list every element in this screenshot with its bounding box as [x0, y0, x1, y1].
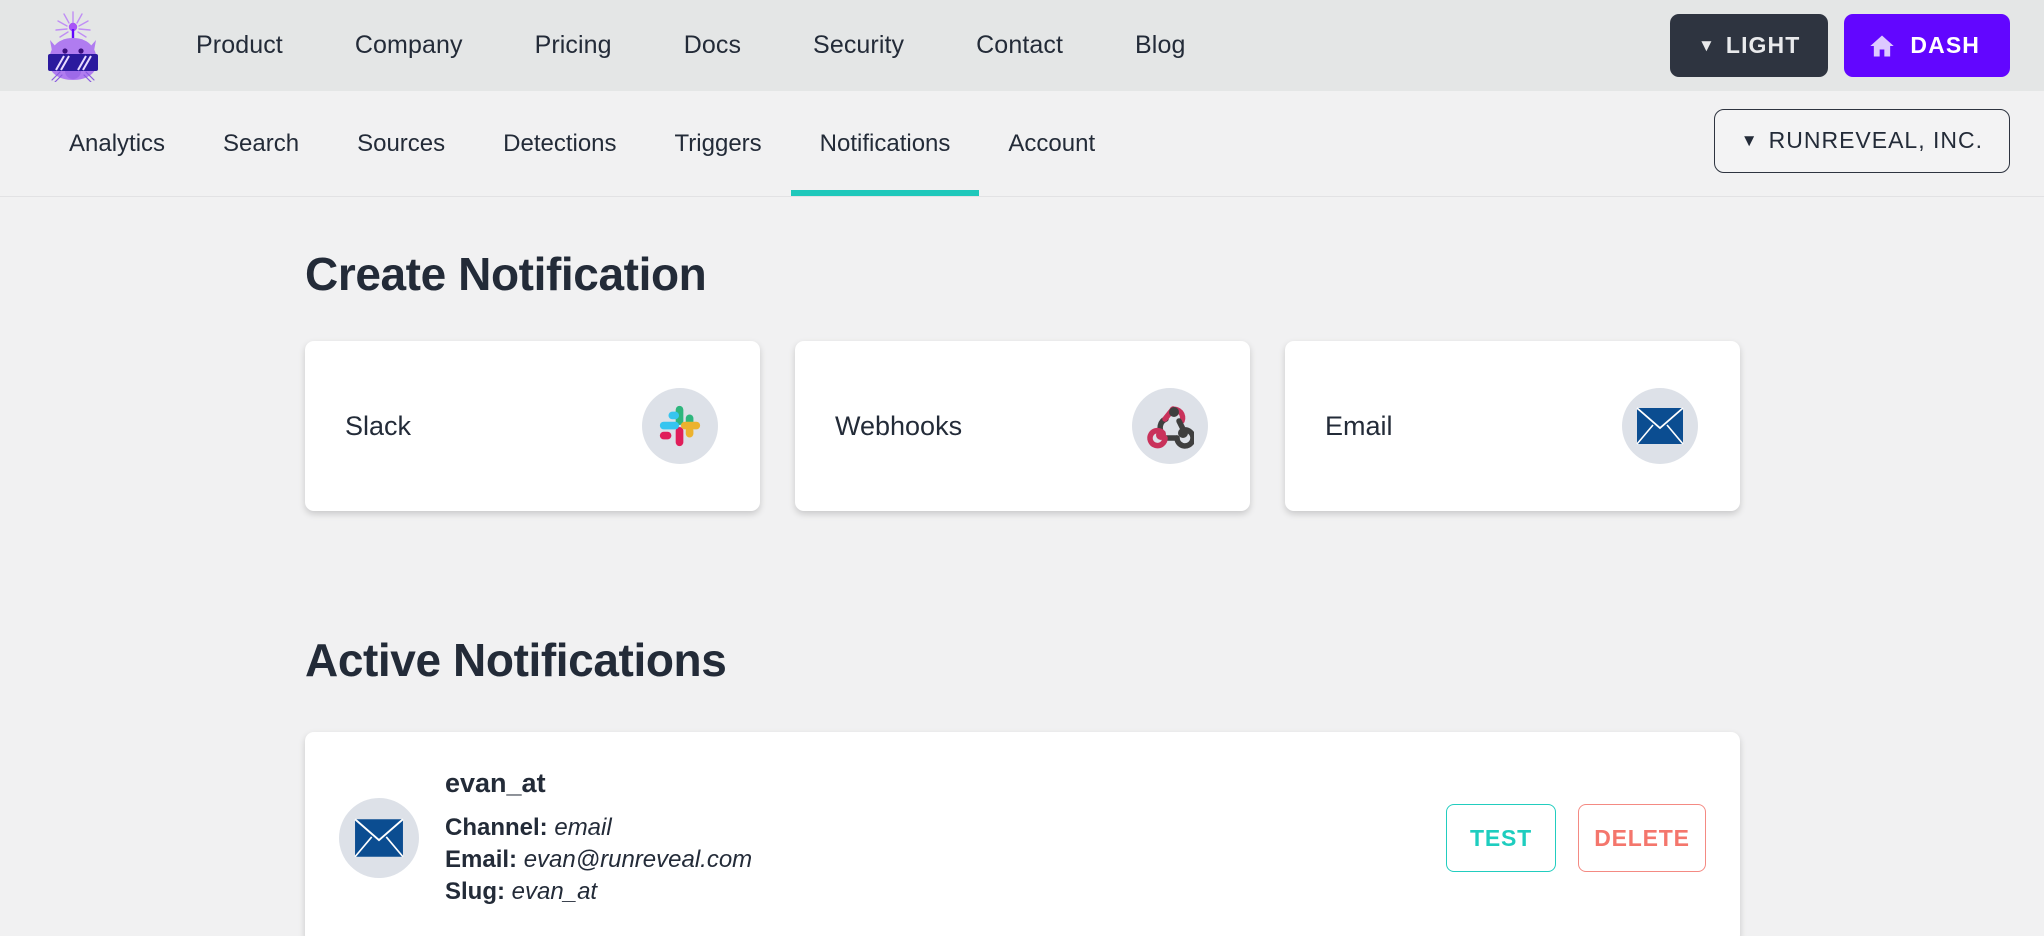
tab-triggers[interactable]: Triggers	[646, 91, 791, 196]
channel-card-email[interactable]: Email	[1285, 341, 1740, 511]
field-value: email	[554, 814, 612, 841]
nav-item-contact[interactable]: Contact	[940, 31, 1099, 60]
tab-analytics[interactable]: Analytics	[40, 91, 194, 196]
primary-navigation: Product Company Pricing Docs Security Co…	[160, 31, 1221, 60]
notification-field-slug: Slug: evan_at	[445, 876, 752, 908]
tab-label: Detections	[503, 129, 617, 157]
dashboard-button[interactable]: DASH	[1844, 14, 2010, 77]
tab-account[interactable]: Account	[979, 91, 1124, 196]
channel-label: Email	[1325, 410, 1393, 441]
field-value: evan_at	[511, 878, 598, 905]
email-envelope-icon	[339, 798, 419, 878]
theme-toggle-button[interactable]: ▼ LIGHT	[1669, 14, 1829, 77]
notification-actions: TEST DELETE	[1446, 804, 1706, 872]
site-header: Product Company Pricing Docs Security Co…	[0, 0, 2044, 91]
secondary-navigation: Analytics Search Sources Detections Trig…	[40, 91, 1124, 196]
active-notifications-title: Active Notifications	[305, 634, 727, 686]
secondary-navigation-bar: Analytics Search Sources Detections Trig…	[0, 91, 2044, 197]
notification-name: evan_at	[445, 768, 546, 798]
active-notifications-list: evan_at Channel: email Email: evan@runre…	[305, 732, 1740, 936]
tab-sources[interactable]: Sources	[328, 91, 474, 196]
nav-item-blog[interactable]: Blog	[1099, 31, 1221, 60]
channel-card-slack[interactable]: Slack	[305, 341, 760, 511]
main-content: Create Notification Slack Webhooks Email…	[0, 197, 2044, 936]
chevron-down-icon: ▼	[1697, 36, 1716, 55]
dashboard-button-label: DASH	[1910, 32, 1980, 58]
webhook-icon	[1132, 388, 1208, 464]
tab-label: Notifications	[819, 129, 951, 157]
nav-item-pricing[interactable]: Pricing	[499, 31, 648, 60]
notification-field-channel: Channel: email	[445, 812, 752, 844]
header-actions: ▼ LIGHT DASH	[1669, 14, 2010, 77]
tab-label: Search	[223, 129, 300, 157]
organization-name: RUNREVEAL, INC.	[1768, 127, 1983, 153]
tab-label: Sources	[357, 129, 446, 157]
nav-item-company[interactable]: Company	[319, 31, 499, 60]
field-label: Slug:	[445, 878, 505, 905]
channel-card-list: Slack Webhooks Email	[305, 341, 1740, 511]
nav-item-security[interactable]: Security	[777, 31, 940, 60]
tab-label: Analytics	[69, 129, 166, 157]
notification-field-email: Email: evan@runreveal.com	[445, 844, 752, 876]
slack-icon	[642, 388, 718, 464]
notification-row: evan_at Channel: email Email: evan@runre…	[305, 732, 1740, 936]
field-value: evan@runreveal.com	[523, 846, 753, 873]
delete-button[interactable]: DELETE	[1578, 804, 1706, 872]
channel-card-webhooks[interactable]: Webhooks	[795, 341, 1250, 511]
tab-label: Account	[1008, 129, 1096, 157]
tab-label: Triggers	[674, 129, 762, 157]
test-button[interactable]: TEST	[1446, 804, 1556, 872]
theme-toggle-label: LIGHT	[1725, 32, 1801, 58]
field-label: Channel:	[445, 814, 548, 841]
home-icon	[1870, 35, 1895, 56]
field-label: Email:	[445, 846, 518, 873]
tab-notifications[interactable]: Notifications	[790, 91, 980, 196]
notification-details: evan_at Channel: email Email: evan@runre…	[445, 768, 752, 908]
tab-detections[interactable]: Detections	[474, 91, 645, 196]
nav-item-product[interactable]: Product	[160, 31, 319, 60]
organization-selector[interactable]: ▼ RUNREVEAL, INC.	[1713, 108, 2010, 173]
channel-label: Slack	[345, 410, 412, 441]
email-envelope-icon	[1622, 388, 1698, 464]
nav-item-docs[interactable]: Docs	[648, 31, 777, 60]
runreveal-cat-logo-icon[interactable]	[40, 10, 106, 82]
chevron-down-icon: ▼	[1740, 131, 1759, 150]
tab-active-underline	[790, 190, 980, 196]
channel-label: Webhooks	[835, 410, 963, 441]
create-notification-title: Create Notification	[305, 248, 707, 300]
tab-search[interactable]: Search	[194, 91, 328, 196]
